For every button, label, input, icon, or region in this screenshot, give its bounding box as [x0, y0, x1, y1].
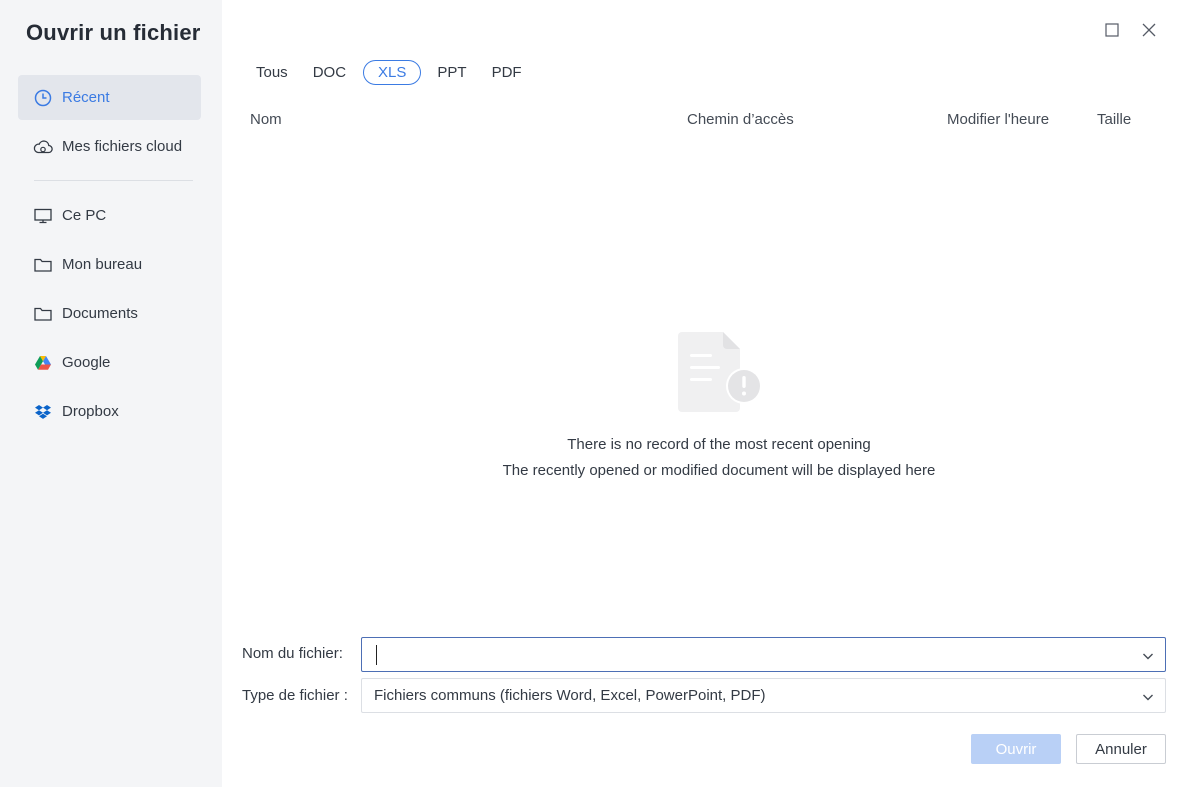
- close-button[interactable]: [1139, 22, 1159, 42]
- tab-pdf[interactable]: PDF: [480, 60, 534, 85]
- filetype-select[interactable]: Fichiers communs (fichiers Word, Excel, …: [361, 678, 1166, 713]
- filename-combobox[interactable]: [361, 637, 1166, 672]
- sidebar-item-this-pc[interactable]: Ce PC: [18, 193, 201, 238]
- maximize-button[interactable]: [1102, 22, 1122, 42]
- cancel-button[interactable]: Annuler: [1076, 734, 1166, 764]
- monitor-icon: [33, 206, 53, 226]
- close-icon: [1141, 22, 1157, 43]
- column-header-name[interactable]: Nom: [250, 111, 282, 128]
- maximize-icon: [1105, 22, 1119, 42]
- folder-icon: [33, 304, 53, 324]
- filename-input[interactable]: [377, 646, 1117, 663]
- sidebar-item-label: Récent: [62, 89, 110, 106]
- cloud-icon: [33, 137, 53, 157]
- dropbox-icon: [33, 402, 53, 422]
- sidebar-item-documents[interactable]: Documents: [18, 291, 201, 336]
- filename-label: Nom du fichier:: [242, 645, 343, 662]
- open-button[interactable]: Ouvrir: [971, 734, 1061, 764]
- empty-state-title: There is no record of the most recent op…: [567, 436, 871, 453]
- sidebar-item-label: Mes fichiers cloud: [62, 138, 183, 155]
- sidebar-item-recent[interactable]: Récent: [18, 75, 201, 120]
- empty-state-description: The recently opened or modified document…: [502, 462, 936, 479]
- chevron-down-icon[interactable]: [1141, 649, 1155, 663]
- tab-all[interactable]: Tous: [244, 60, 300, 85]
- dialog-title: Ouvrir un fichier: [26, 20, 201, 45]
- sidebar-item-label: Documents: [62, 305, 138, 322]
- sidebar-item-label: Mon bureau: [62, 256, 143, 273]
- tab-ppt[interactable]: PPT: [425, 60, 478, 85]
- column-header-path[interactable]: Chemin d’accès: [687, 111, 794, 128]
- tab-doc[interactable]: DOC: [301, 60, 358, 85]
- clock-icon: [33, 88, 53, 108]
- sidebar: Ouvrir un fichier Récent Mes fichiers cl…: [0, 0, 222, 787]
- chevron-down-icon[interactable]: [1141, 690, 1155, 704]
- sidebar-item-label: Ce PC: [62, 207, 107, 224]
- filetype-selected-value: Fichiers communs (fichiers Word, Excel, …: [374, 687, 766, 704]
- empty-document-icon: [676, 330, 766, 419]
- column-header-size[interactable]: Taille: [1097, 111, 1131, 128]
- filetype-label: Type de fichier :: [242, 687, 348, 704]
- sidebar-item-desktop[interactable]: Mon bureau: [18, 242, 201, 287]
- sidebar-item-cloud-files[interactable]: Mes fichiers cloud: [18, 124, 201, 169]
- column-header-modified[interactable]: Modifier l'heure: [947, 111, 1049, 128]
- sidebar-item-google[interactable]: Google: [18, 340, 201, 385]
- sidebar-item-label: Google: [62, 354, 111, 371]
- sidebar-divider: [34, 180, 193, 181]
- open-file-dialog: Ouvrir un fichier Récent Mes fichiers cl…: [0, 0, 1193, 787]
- tab-xls[interactable]: XLS: [363, 60, 422, 85]
- sidebar-item-label: Dropbox: [62, 403, 119, 420]
- sidebar-item-dropbox[interactable]: Dropbox: [18, 389, 201, 434]
- folder-icon: [33, 255, 53, 275]
- google-drive-icon: [33, 353, 53, 373]
- file-type-tabs: Tous DOC XLS PPT PDF: [244, 60, 535, 85]
